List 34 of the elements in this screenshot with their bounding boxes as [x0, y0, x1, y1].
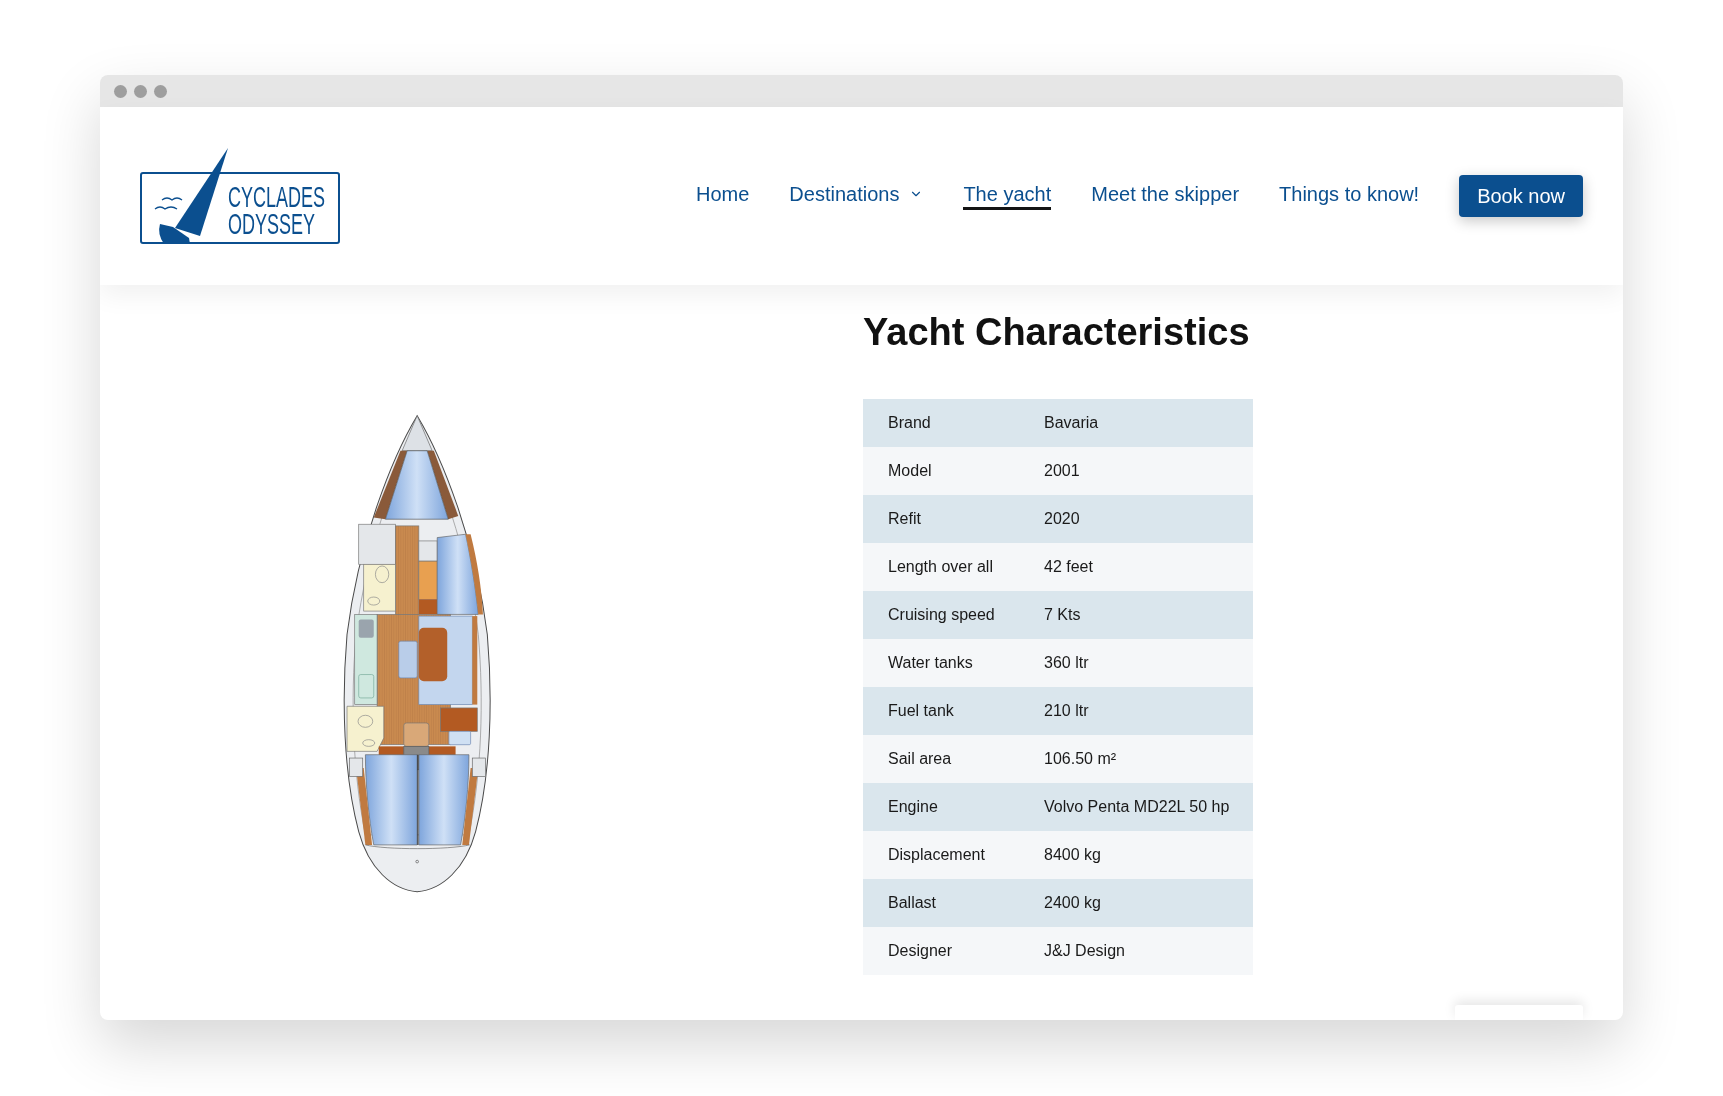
nav-link[interactable]: Destinations: [789, 182, 924, 210]
table-cell-text: 8400 kg: [1044, 845, 1101, 865]
nav-link[interactable]: The yacht: [963, 182, 1052, 210]
logo-text: CYCLADES: [228, 183, 326, 210]
table-cell-text: Fuel tank: [888, 701, 955, 721]
table-cell-text: Designer: [888, 941, 954, 961]
table-cell-text: 2001: [1044, 461, 1080, 481]
nav-link[interactable]: Things to know!: [1279, 182, 1420, 210]
table-cell-text: Bavaria: [1044, 413, 1099, 433]
table-cell-text: Volvo Penta MD22L 50 hp: [1044, 797, 1230, 817]
table-cell-text: Length over all: [888, 557, 994, 577]
table-cell-text: Cruising speed: [888, 605, 996, 625]
page-title: Yacht Characteristics: [863, 310, 1251, 355]
table-cell-text: Sail area: [888, 749, 953, 769]
sailboat-logo-icon: [140, 148, 340, 244]
nav-link[interactable]: Meet the skipper: [1091, 182, 1240, 210]
table-cell-text: 2400 kg: [1044, 893, 1101, 913]
table-cell-text: Ballast: [888, 893, 938, 913]
table-cell-text: 7 Kts: [1044, 605, 1081, 625]
table-cell-text: Displacement: [888, 845, 986, 865]
table-cell-text: 360 ltr: [1044, 653, 1089, 673]
book-now-button[interactable]: Book now: [1459, 175, 1583, 217]
table-cell-text: Model: [888, 461, 933, 481]
table-cell-text: Engine: [888, 797, 939, 817]
table-cell-text: 210 ltr: [1044, 701, 1089, 721]
table-cell-text: Water tanks: [888, 653, 974, 673]
logo-text: ODYSSEY: [228, 210, 316, 237]
table-cell-text: 106.50 m²: [1044, 749, 1117, 769]
table-cell-text: 2020: [1044, 509, 1080, 529]
table-cell-text: J&J Design: [1044, 941, 1125, 961]
table-cell-text: Refit: [888, 509, 922, 529]
table-cell-text: 42 feet: [1044, 557, 1093, 577]
table-cell-text: Brand: [888, 413, 932, 433]
nav-link[interactable]: Home: [695, 182, 750, 210]
